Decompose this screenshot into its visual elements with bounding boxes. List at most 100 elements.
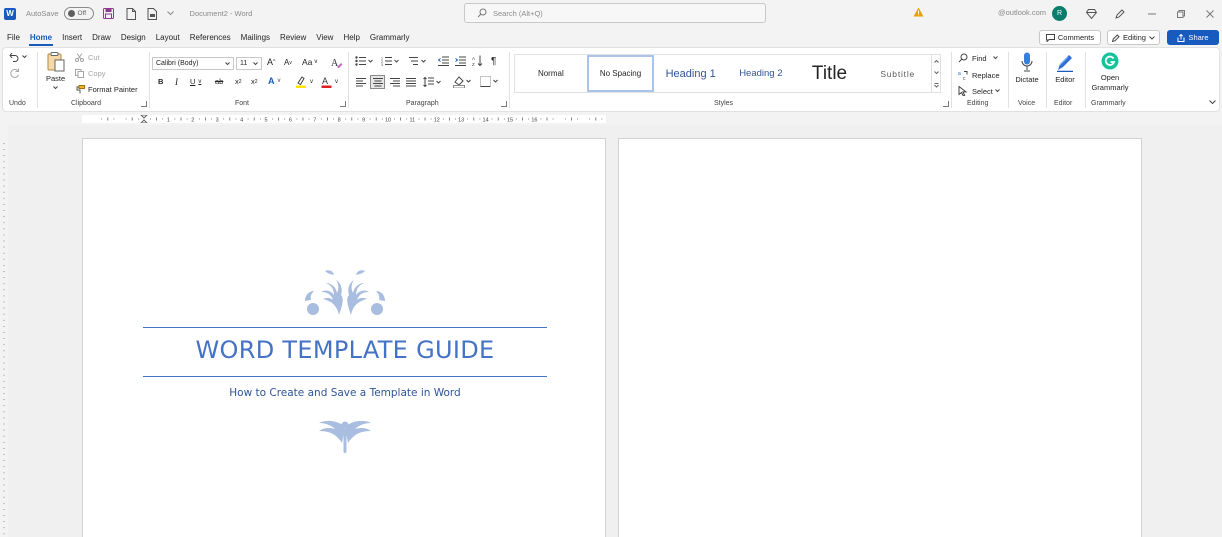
tab-references[interactable]: References xyxy=(185,29,236,46)
increase-indent-icon[interactable] xyxy=(455,56,466,66)
highlight-color-icon[interactable]: v xyxy=(295,76,313,88)
avatar[interactable]: R xyxy=(1052,6,1067,21)
vertical-ruler-tick xyxy=(3,496,5,498)
ruler-tick xyxy=(235,118,237,120)
document-title-heading[interactable]: WORD TEMPLATE GUIDE xyxy=(143,336,547,364)
font-family-select[interactable]: Calibri (Body) xyxy=(152,57,234,70)
vertical-ruler-tick xyxy=(3,246,5,248)
vertical-ruler-tick xyxy=(3,429,5,431)
chevron-down-icon[interactable] xyxy=(933,71,939,75)
account-email[interactable]: @outlook.com xyxy=(998,8,1046,17)
sort-icon[interactable]: AZ xyxy=(472,55,483,67)
borders-icon[interactable] xyxy=(480,76,498,87)
style-normal[interactable]: Normal xyxy=(515,55,587,92)
minimize-icon[interactable] xyxy=(1145,7,1159,21)
style-no-spacing[interactable]: No Spacing xyxy=(586,55,655,92)
decrease-font-size-icon[interactable]: Av xyxy=(284,58,292,67)
align-center-icon[interactable] xyxy=(370,75,385,89)
document-subtitle[interactable]: How to Create and Save a Template in Wor… xyxy=(143,387,547,399)
undo-button[interactable] xyxy=(9,52,27,62)
shading-icon[interactable] xyxy=(453,76,471,88)
subscript-icon[interactable]: x2 xyxy=(235,77,242,86)
strikethrough-icon[interactable]: ab xyxy=(215,77,223,86)
tab-view[interactable]: View xyxy=(311,29,338,46)
numbering-icon[interactable]: 123 xyxy=(381,56,399,66)
divider xyxy=(37,52,38,108)
find-button[interactable]: Find xyxy=(958,53,998,63)
underline-icon[interactable]: Uv xyxy=(190,77,201,86)
tab-design[interactable]: Design xyxy=(116,29,151,46)
font-launcher[interactable] xyxy=(340,101,346,107)
style-heading-1[interactable]: Heading 1 xyxy=(654,55,727,92)
print-preview-icon[interactable] xyxy=(146,7,160,21)
autosave-toggle[interactable]: Off xyxy=(63,7,94,20)
bullets-icon[interactable] xyxy=(355,56,373,66)
styles-scroll[interactable] xyxy=(931,55,940,92)
italic-icon[interactable]: I xyxy=(175,77,178,87)
warning-icon[interactable] xyxy=(913,7,924,19)
tab-home[interactable]: Home xyxy=(25,29,57,46)
chevron-down-icon[interactable] xyxy=(164,7,178,21)
align-right-icon[interactable] xyxy=(390,78,400,87)
format-painter-button[interactable]: Format Painter xyxy=(75,85,138,94)
tab-draw[interactable]: Draw xyxy=(87,29,116,46)
show-formatting-marks-icon[interactable]: ¶ xyxy=(491,56,496,67)
search-box[interactable]: Search (Alt+Q) xyxy=(464,3,766,23)
paste-button[interactable]: Paste xyxy=(46,52,65,90)
document-canvas[interactable]: WORD TEMPLATE GUIDE How to Create and Sa… xyxy=(8,125,1222,537)
chevron-up-icon[interactable] xyxy=(933,59,939,63)
diamond-icon[interactable] xyxy=(1084,7,1098,21)
ruler-number: 3 xyxy=(216,118,219,124)
share-button[interactable]: Share xyxy=(1167,30,1219,45)
copy-button[interactable]: Copy xyxy=(75,69,106,78)
dictate-button[interactable]: Dictate xyxy=(1013,52,1041,84)
horizontal-ruler[interactable]: 1 2 3 4 5 6 7 8 9 10 11 12 13 14 15 16 xyxy=(0,113,1222,125)
collapse-ribbon-icon[interactable] xyxy=(1209,100,1216,105)
line-spacing-icon[interactable] xyxy=(423,77,441,87)
styles-launcher[interactable] xyxy=(943,101,949,107)
superscript-icon[interactable]: x2 xyxy=(251,77,258,86)
justify-icon[interactable] xyxy=(406,78,416,87)
bold-icon[interactable]: B xyxy=(158,77,163,86)
font-size-select[interactable]: 11 xyxy=(236,57,262,70)
clear-formatting-icon[interactable]: A xyxy=(331,56,343,68)
clipboard-launcher[interactable] xyxy=(141,101,147,107)
vertical-ruler-tick xyxy=(3,240,5,242)
decrease-indent-icon[interactable] xyxy=(438,56,449,66)
change-case-icon[interactable]: Aa v xyxy=(302,57,317,67)
tab-grammarly[interactable]: Grammarly xyxy=(365,29,415,46)
tab-layout[interactable]: Layout xyxy=(151,29,185,46)
page-1[interactable]: WORD TEMPLATE GUIDE How to Create and Sa… xyxy=(82,138,606,537)
vertical-ruler[interactable] xyxy=(0,125,8,537)
replace-button[interactable]: ac Replace xyxy=(958,70,1000,81)
tab-mailings[interactable]: Mailings xyxy=(236,29,275,46)
multilevel-list-icon[interactable] xyxy=(408,56,426,66)
editing-mode-button[interactable]: Editing xyxy=(1107,30,1160,45)
style-title[interactable]: Title xyxy=(795,55,865,92)
voice-group-label: Voice xyxy=(1018,100,1036,107)
page-2[interactable] xyxy=(618,138,1142,537)
save-icon[interactable] xyxy=(102,7,116,21)
restore-icon[interactable] xyxy=(1174,7,1188,21)
style-heading-2[interactable]: Heading 2 xyxy=(727,55,795,92)
redo-button[interactable] xyxy=(9,68,20,79)
cut-button[interactable]: Cut xyxy=(75,53,100,62)
text-effects-icon[interactable]: Av xyxy=(268,76,281,86)
tab-file[interactable]: File xyxy=(0,29,25,46)
new-document-icon[interactable] xyxy=(124,7,138,21)
comments-button[interactable]: Comments xyxy=(1039,30,1101,45)
tab-help[interactable]: Help xyxy=(338,29,364,46)
pen-icon[interactable] xyxy=(1113,7,1127,21)
increase-font-size-icon[interactable]: A ^ xyxy=(267,57,275,67)
close-icon[interactable] xyxy=(1203,7,1217,21)
more-styles-icon[interactable] xyxy=(933,83,939,88)
editor-button[interactable]: Editor xyxy=(1052,52,1078,84)
tab-review[interactable]: Review xyxy=(275,29,311,46)
paragraph-launcher[interactable] xyxy=(501,101,507,107)
select-button[interactable]: Select xyxy=(958,86,1000,96)
style-subtitle[interactable]: Subtitle xyxy=(864,55,931,92)
tab-insert[interactable]: Insert xyxy=(57,29,87,46)
align-left-icon[interactable] xyxy=(356,78,366,87)
open-grammarly-button[interactable]: Open Grammarly xyxy=(1089,52,1131,92)
font-color-icon[interactable]: A v xyxy=(321,76,338,88)
